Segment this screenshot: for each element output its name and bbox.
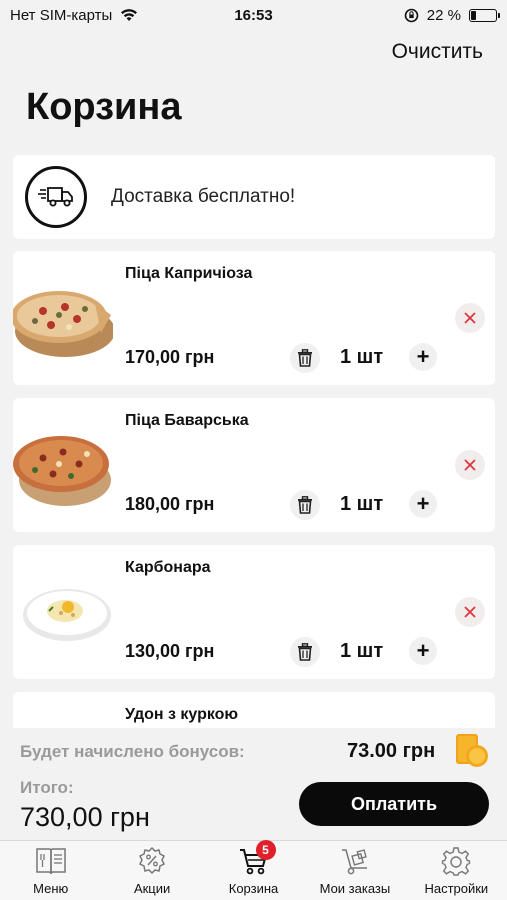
- quantity-value: 1 шт: [340, 493, 384, 515]
- quantity-value: 1 шт: [340, 640, 384, 662]
- quantity-value: 1 шт: [340, 346, 384, 368]
- order-summary: Будет начислено бонусов: 73.00 грн Итого…: [0, 728, 507, 840]
- coins-icon: [456, 734, 488, 767]
- cart-item: Карбонара 130,00 грн 1 шт +: [13, 545, 495, 679]
- product-price: 130,00 грн: [125, 641, 215, 661]
- bonus-value: 73.00 грн: [347, 740, 436, 762]
- product-price: 180,00 грн: [125, 494, 215, 514]
- total-value: 730,00 грн: [20, 802, 150, 832]
- plus-icon: +: [416, 638, 430, 663]
- remove-item-button[interactable]: [455, 450, 485, 480]
- gear-icon: [438, 844, 474, 878]
- bonus-label: Будет начислено бонусов:: [20, 742, 245, 761]
- increase-button[interactable]: +: [409, 343, 437, 371]
- decrease-button[interactable]: [290, 343, 320, 373]
- battery-icon: [469, 8, 500, 22]
- tab-bar: Меню Акции 5 Корзина Мои заказы Настройк…: [0, 840, 507, 900]
- increase-button[interactable]: +: [409, 490, 437, 518]
- increase-button[interactable]: +: [409, 637, 437, 665]
- pizza-image: [13, 436, 111, 506]
- tab-settings[interactable]: Настройки: [406, 841, 507, 900]
- cart-item: Піца Баварська 180,00 грн 1 шт +: [13, 398, 495, 532]
- tab-label: Мои заказы: [319, 881, 391, 896]
- status-left: Нет SIM-карты: [10, 7, 138, 24]
- trash-icon: [298, 496, 312, 514]
- plus-icon: +: [416, 491, 430, 516]
- hand-truck-icon: [337, 844, 373, 878]
- tab-my-orders[interactable]: Мои заказы: [304, 841, 405, 900]
- wifi-icon: [121, 9, 138, 21]
- pay-button[interactable]: Оплатить: [299, 782, 489, 826]
- menu-book-icon: [33, 844, 69, 878]
- carrier-label: Нет SIM-карты: [10, 6, 113, 24]
- trash-icon: [298, 643, 312, 661]
- page-title: Корзина: [26, 86, 182, 128]
- delivery-truck-icon: [25, 166, 87, 228]
- tab-label: Акции: [133, 881, 171, 896]
- pizza-image: [13, 291, 113, 357]
- pasta-image: [23, 589, 111, 641]
- tab-label: Корзина: [228, 881, 279, 896]
- close-icon: [464, 312, 476, 324]
- product-name: Карбонара: [125, 559, 211, 576]
- remove-item-button[interactable]: [455, 597, 485, 627]
- tab-cart[interactable]: 5 Корзина: [203, 840, 304, 900]
- decrease-button[interactable]: [290, 637, 320, 667]
- tab-menu[interactable]: Меню: [0, 841, 101, 900]
- product-name: Піца Капричіоза: [125, 265, 253, 282]
- plus-icon: +: [416, 344, 430, 369]
- orientation-lock-icon: [404, 8, 419, 22]
- close-icon: [464, 459, 476, 471]
- tab-label: Настройки: [424, 881, 489, 896]
- tab-promotions[interactable]: Акции: [101, 841, 202, 900]
- delivery-banner: Доставка бесплатно!: [13, 155, 495, 239]
- cart-icon: 5: [236, 840, 276, 878]
- product-name: Піца Баварська: [125, 412, 249, 429]
- tab-label: Меню: [33, 881, 69, 896]
- delivery-text: Доставка бесплатно!: [111, 186, 296, 207]
- close-icon: [464, 606, 476, 618]
- decrease-button[interactable]: [290, 490, 320, 520]
- product-name: Удон з куркою: [125, 706, 239, 723]
- product-price: 170,00 грн: [125, 347, 215, 367]
- battery-fill: [471, 10, 476, 20]
- total-label: Итого:: [20, 778, 74, 797]
- status-bar: Нет SIM-карты 16:53 22 %: [0, 0, 507, 30]
- trash-icon: [298, 349, 312, 367]
- remove-item-button[interactable]: [455, 303, 485, 333]
- clear-cart-button[interactable]: Очистить: [392, 40, 483, 64]
- battery-percent: 22 %: [426, 6, 461, 24]
- percent-badge-icon: [134, 844, 170, 878]
- cart-count-badge: 5: [255, 840, 276, 860]
- status-right: 22 %: [404, 6, 500, 24]
- cart-item: Піца Капричіоза 170,00 грн 1 шт +: [13, 251, 495, 385]
